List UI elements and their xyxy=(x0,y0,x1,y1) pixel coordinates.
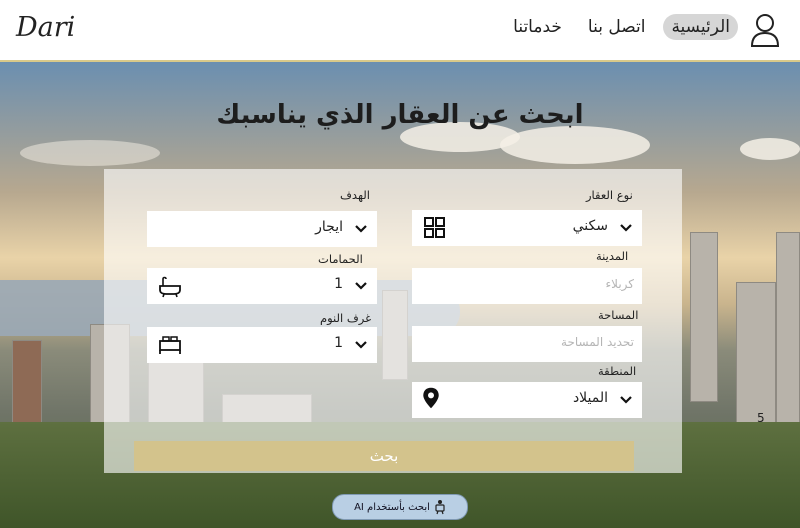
building xyxy=(690,232,718,402)
bathrooms-label: الحمامات xyxy=(318,252,363,266)
chevron-down-icon xyxy=(620,396,632,404)
purpose-select[interactable]: ايجار xyxy=(147,211,377,247)
bedrooms-value: 1 xyxy=(334,335,343,351)
chevron-down-icon xyxy=(620,224,632,232)
location-pin-icon xyxy=(423,387,439,409)
city-label: المدينة xyxy=(596,249,629,263)
ai-search-button[interactable]: ابحث بأستخدام AI xyxy=(332,494,468,520)
nav-item-services[interactable]: خدماتنا xyxy=(505,14,570,40)
chevron-down-icon xyxy=(355,225,367,233)
cloud xyxy=(740,138,800,160)
bathrooms-select[interactable]: 1 xyxy=(147,268,377,304)
area-placeholder: تحديد المساحة xyxy=(561,335,634,349)
ai-search-label: ابحث بأستخدام AI xyxy=(354,501,430,513)
hero-title: ابحث عن العقار الذي يناسبك xyxy=(216,100,584,130)
cloud xyxy=(20,140,160,166)
property-type-label: نوع العقار xyxy=(586,188,633,202)
purpose-label: الهدف xyxy=(340,188,370,202)
brand-logo[interactable]: Dari xyxy=(16,12,75,43)
bedrooms-select[interactable]: 1 xyxy=(147,327,377,363)
grid-icon xyxy=(424,217,445,238)
search-button[interactable]: بحث xyxy=(134,441,634,471)
building xyxy=(776,232,800,432)
property-type-value: سكني xyxy=(572,218,608,234)
nav-item-contact[interactable]: اتصل بنا xyxy=(580,14,654,40)
property-type-select[interactable]: سكني xyxy=(412,210,642,246)
bed-icon xyxy=(159,336,181,354)
region-value: الميلاد xyxy=(572,390,608,406)
city-placeholder: كربلاء xyxy=(605,277,634,291)
region-label: المنطقة xyxy=(598,364,637,378)
stray-number: 5 xyxy=(757,411,765,425)
cloud xyxy=(500,126,650,164)
region-select[interactable]: الميلاد xyxy=(412,382,642,418)
city-input[interactable]: كربلاء xyxy=(412,268,642,304)
nav-links: الرئيسية اتصل بنا خدماتنا xyxy=(505,14,738,40)
area-input[interactable]: تحديد المساحة xyxy=(412,326,642,362)
bathrooms-value: 1 xyxy=(334,276,343,292)
robot-icon xyxy=(435,500,445,515)
chevron-down-icon xyxy=(355,282,367,290)
chevron-down-icon xyxy=(355,341,367,349)
area-label: المساحة xyxy=(598,308,639,322)
building xyxy=(736,282,776,432)
purpose-value: ايجار xyxy=(315,219,343,235)
bathtub-icon xyxy=(159,276,181,298)
top-navbar: Dari الرئيسية اتصل بنا خدماتنا xyxy=(0,0,800,62)
user-icon[interactable] xyxy=(750,12,780,48)
nav-item-home[interactable]: الرئيسية xyxy=(663,14,738,40)
bedrooms-label: غرف النوم xyxy=(320,311,372,325)
